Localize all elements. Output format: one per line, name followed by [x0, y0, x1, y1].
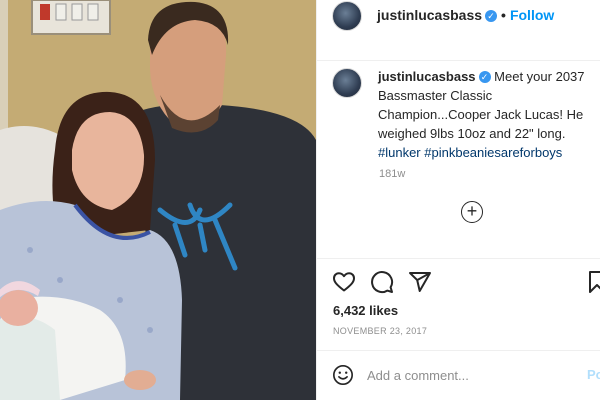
- avatar[interactable]: [332, 1, 362, 31]
- caption-avatar[interactable]: [332, 68, 362, 98]
- verified-badge-icon: ✓: [485, 10, 498, 22]
- post-comment-button[interactable]: Post: [587, 367, 600, 382]
- post-date: NOVEMBER 23, 2017: [333, 326, 428, 336]
- username-link[interactable]: justinlucasbass: [377, 7, 482, 23]
- plus-circle-icon[interactable]: +: [461, 201, 483, 223]
- caption-text: justinlucasbass ✓ Meet your 2037 Bassmast…: [378, 67, 600, 162]
- verified-badge-icon: ✓: [478, 71, 491, 83]
- comment-input[interactable]: [367, 365, 572, 385]
- action-bar: [332, 270, 600, 300]
- post-photo[interactable]: [0, 0, 316, 400]
- divider: [317, 258, 600, 259]
- post-time-ago[interactable]: 181w: [379, 168, 405, 180]
- separator-dot: •: [501, 7, 506, 23]
- bookmark-icon[interactable]: [587, 270, 600, 294]
- emoji-icon[interactable]: [332, 364, 354, 386]
- family-photo-illustration: [0, 0, 316, 400]
- heart-icon[interactable]: [332, 270, 356, 294]
- caption-username-link[interactable]: justinlucasbass: [378, 69, 476, 84]
- likes-count[interactable]: 6,432 likes: [333, 303, 398, 318]
- post-header: justinlucasbass ✓ • Follow: [317, 0, 600, 61]
- comment-icon[interactable]: [370, 270, 394, 294]
- comment-bar: Post: [317, 350, 600, 401]
- hashtag-link[interactable]: #lunker: [378, 145, 421, 160]
- post-side-panel: justinlucasbass ✓ • Follow justinlucasbass ✓…: [316, 0, 600, 400]
- hashtag-link[interactable]: #pinkbeaniesareforboys: [424, 145, 562, 160]
- share-icon[interactable]: [408, 270, 432, 294]
- follow-button[interactable]: Follow: [510, 7, 554, 23]
- header-user: justinlucasbass ✓ • Follow: [377, 7, 554, 23]
